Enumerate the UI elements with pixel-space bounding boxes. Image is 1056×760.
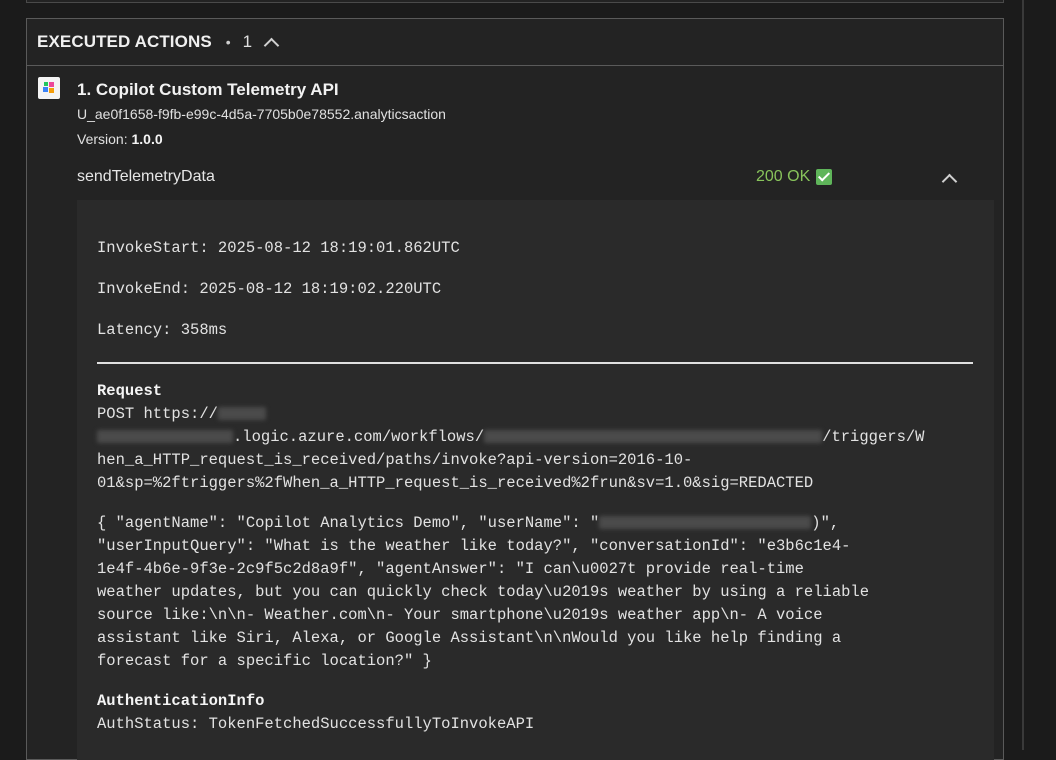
- body-line-3: 1e4f-4b6e-9f3e-2c9f5c2d8a9f", "agentAnsw…: [97, 560, 804, 578]
- redacted-region: [97, 430, 233, 444]
- body-line-4: weather updates, but you can quickly che…: [97, 583, 870, 601]
- operation-row[interactable]: sendTelemetryData 200 OK: [77, 160, 1003, 200]
- previous-panel: [26, 0, 1004, 3]
- body-line-1: { "agentName": "Copilot Analytics Demo",…: [97, 514, 840, 532]
- version-label: Version:: [77, 131, 128, 147]
- action-title: 1. Copilot Custom Telemetry API: [77, 80, 339, 99]
- request-line-4: 01&sp=%2ftriggers%2fWhen_a_HTTP_request_…: [97, 474, 814, 492]
- request-line-3: hen_a_HTTP_request_is_received/paths/inv…: [97, 451, 693, 469]
- operation-collapse-chevron-icon[interactable]: [941, 173, 958, 190]
- action-item: 1. Copilot Custom Telemetry API U_ae0f16…: [27, 66, 1003, 760]
- action-count: 1: [242, 32, 253, 51]
- invoke-start: InvokeStart: 2025-08-12 18:19:01.862UTC: [97, 239, 460, 257]
- panel-header[interactable]: EXECUTED ACTIONS • 1: [27, 19, 1003, 66]
- divider: [97, 362, 973, 364]
- check-icon: [816, 169, 833, 185]
- body-line-7: forecast for a specific location?" }: [97, 652, 432, 670]
- operation-details: InvokeStart: 2025-08-12 18:19:01.862UTC …: [77, 200, 994, 760]
- request-line-1: POST https://: [97, 403, 974, 426]
- body-line-2: "userInputQuery": "What is the weather l…: [97, 537, 851, 555]
- operation-name: sendTelemetryData: [77, 168, 215, 185]
- redacted-host: [217, 407, 266, 421]
- separator-dot: •: [225, 34, 231, 50]
- collapse-chevron-icon[interactable]: [263, 37, 280, 53]
- body-line-6: assistant like Siri, Alexa, or Google As…: [97, 629, 842, 647]
- auth-status: AuthStatus: TokenFetchedSuccessfullyToIn…: [97, 715, 535, 733]
- body-line-5: source like:\n\n- Weather.com\n- Your sm…: [97, 606, 823, 624]
- executed-actions-panel: EXECUTED ACTIONS • 1 1. Copilot Custom T…: [26, 18, 1004, 760]
- action-id: U_ae0f1658-f9fb-e99c-4d5a-7705b0e78552.a…: [77, 106, 446, 122]
- scrollbar-track[interactable]: [1022, 0, 1024, 750]
- version-value: 1.0.0: [131, 131, 163, 147]
- redacted-workflow-id: [484, 430, 823, 444]
- latency: Latency: 358ms: [97, 321, 228, 339]
- status-badge: 200 OK: [756, 168, 833, 186]
- invoke-end: InvokeEnd: 2025-08-12 18:19:02.220UTC: [97, 280, 442, 298]
- panel-title: EXECUTED ACTIONS: [37, 32, 212, 51]
- action-version: Version: 1.0.0: [77, 131, 1003, 147]
- request-title: Request: [97, 382, 163, 400]
- redacted-username: [599, 516, 812, 530]
- plugin-icon: [38, 77, 60, 99]
- status-text: 200 OK: [756, 168, 811, 185]
- auth-title: AuthenticationInfo: [97, 692, 265, 710]
- request-line-2: .logic.azure.com/workflows//triggers/W: [97, 426, 974, 449]
